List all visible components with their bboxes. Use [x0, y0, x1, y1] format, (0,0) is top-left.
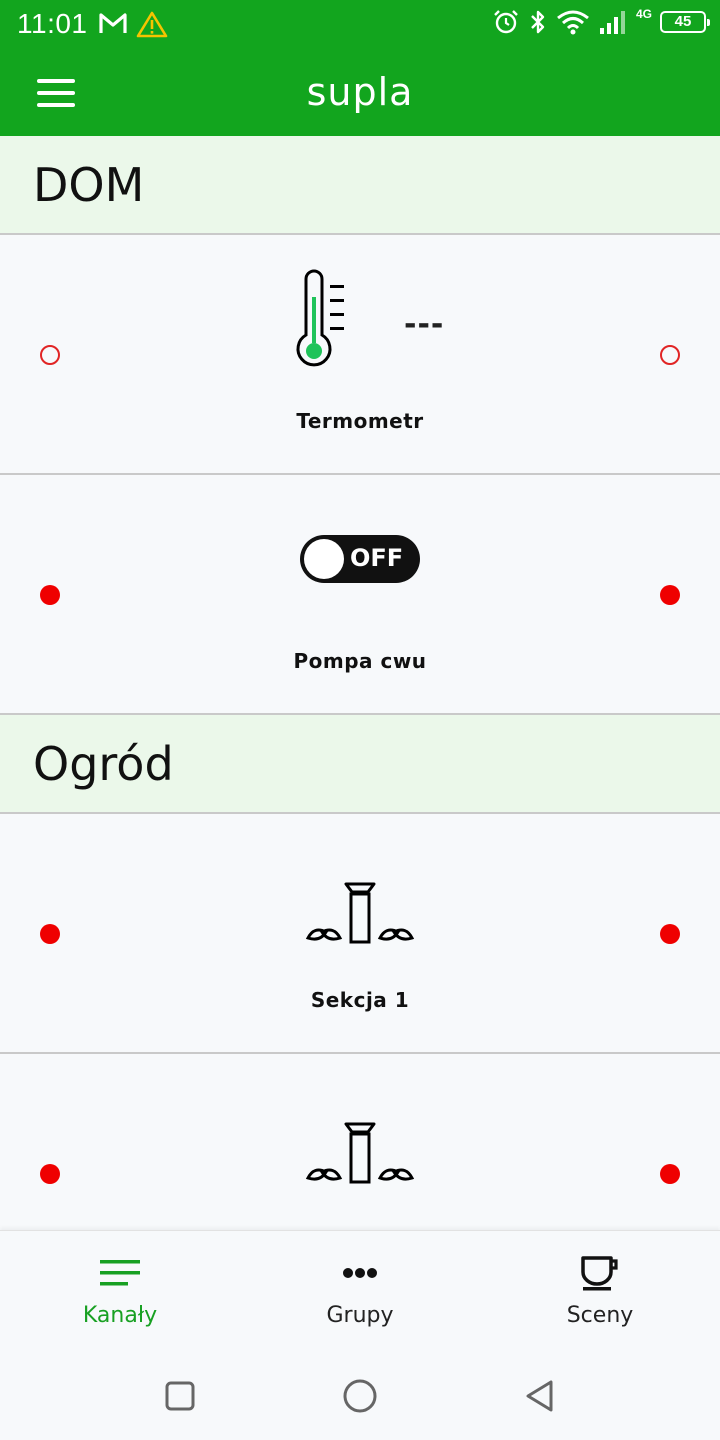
status-notification-icons: [98, 10, 168, 38]
status-dot-right: [660, 585, 680, 605]
home-button[interactable]: [338, 1374, 382, 1418]
cup-icon: [581, 1256, 618, 1291]
bottom-navigation: Kanały Grupy Sceny: [0, 1230, 720, 1350]
channel-list[interactable]: DOM --- Termometr OFF Pompa cwu Ogród Se…: [0, 136, 720, 1230]
list-icon: [100, 1260, 140, 1286]
location-name: DOM: [33, 157, 145, 212]
sprinkler-icon: [305, 1122, 415, 1184]
sprinkler-icon: [305, 882, 415, 944]
status-dot-right: [660, 1164, 680, 1184]
channel-label: Sekcja 1: [310, 988, 410, 1012]
nav-tab-sceny[interactable]: Sceny: [480, 1231, 720, 1351]
wifi-icon: [557, 10, 589, 35]
alarm-icon: [494, 10, 518, 34]
switch-state-text: OFF: [350, 544, 404, 572]
back-triangle-icon: [526, 1380, 553, 1412]
channel-label: Pompa cwu: [293, 649, 427, 673]
signal-icon: [599, 11, 625, 34]
status-dot-right: [660, 924, 680, 944]
channel-row-pompa-cwu[interactable]: OFF Pompa cwu: [0, 475, 720, 715]
channel-icon-wrapper: [0, 269, 720, 373]
channel-row-sekcja[interactable]: [0, 1054, 720, 1230]
channel-icon-wrapper: [0, 1120, 720, 1188]
status-dot-right: [660, 345, 680, 365]
status-system-icons: 4G 45: [492, 7, 710, 36]
nav-label: Sceny: [566, 1303, 634, 1328]
temperature-value: ---: [404, 307, 445, 342]
channel-label: Termometr: [296, 409, 424, 433]
gmail-icon: [99, 13, 127, 33]
nav-label: Kanały: [82, 1303, 158, 1328]
nav-icon-wrapper: [240, 1255, 480, 1291]
circle-icon: [343, 1379, 377, 1413]
nav-icon-wrapper: [0, 1255, 240, 1291]
square-icon: [165, 1381, 195, 1411]
status-dot-left: [40, 585, 60, 605]
nav-label: Grupy: [326, 1303, 394, 1328]
status-bar: 11:01 4G 45: [0, 0, 720, 50]
nav-tab-grupy[interactable]: Grupy: [240, 1231, 480, 1351]
dots-icon: [343, 1268, 377, 1278]
battery-icon: 45: [660, 11, 710, 33]
warning-icon: [136, 11, 168, 38]
channel-row-sekcja-1[interactable]: Sekcja 1: [0, 814, 720, 1054]
switch-off-icon[interactable]: OFF: [300, 535, 420, 583]
recents-button[interactable]: [158, 1374, 202, 1418]
location-name: Ogród: [33, 736, 174, 791]
nav-tab-kanaly[interactable]: Kanały: [0, 1231, 240, 1351]
battery-level: 45: [674, 13, 692, 30]
network-type: 4G: [635, 7, 652, 21]
thermometer-icon: [296, 269, 344, 367]
location-header-ogrod[interactable]: Ogród: [0, 715, 720, 814]
system-navigation-bar: [0, 1350, 720, 1440]
channel-icon-wrapper: OFF: [0, 535, 720, 583]
app-title: supla: [306, 70, 414, 114]
nav-icon-wrapper: [480, 1255, 720, 1291]
channel-row-termometr[interactable]: --- Termometr: [0, 235, 720, 475]
channel-icon-wrapper: [0, 880, 720, 948]
back-button[interactable]: [518, 1374, 562, 1418]
status-time: 11:01: [17, 8, 88, 39]
location-header-dom[interactable]: DOM: [0, 136, 720, 235]
app-bar: supla: [0, 50, 720, 136]
switch-knob: [304, 539, 344, 579]
bluetooth-icon: [531, 10, 545, 34]
